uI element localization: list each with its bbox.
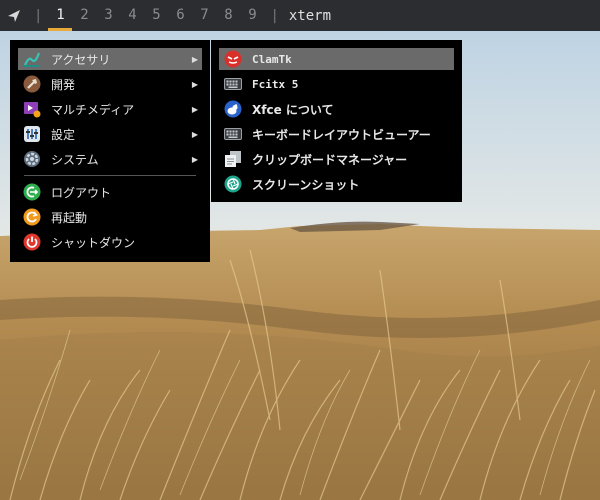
keyboard-icon: [223, 74, 243, 94]
clamtk-icon: [223, 49, 243, 69]
screenshot-icon: [223, 174, 243, 194]
menu-item-settings[interactable]: 設定 ▶: [18, 123, 202, 145]
menu-item-multimedia[interactable]: マルチメディア ▶: [18, 98, 202, 120]
submenu-arrow-icon: ▶: [191, 129, 199, 139]
shutdown-icon: [22, 232, 42, 252]
submenu-item-about-xfce[interactable]: Xfce について: [219, 98, 454, 120]
menu-item-label: アクセサリ: [51, 52, 111, 67]
multimedia-icon: [22, 99, 42, 119]
xfce-mouse-icon: [223, 99, 243, 119]
menu-item-development[interactable]: 開発 ▶: [18, 73, 202, 95]
submenu-item-label: スクリーンショット: [252, 177, 360, 192]
development-icon: [22, 74, 42, 94]
submenu-arrow-icon: ▶: [191, 79, 199, 89]
submenu-item-label: Xfce について: [252, 102, 334, 117]
submenu-item-screenshot[interactable]: スクリーンショット: [219, 173, 454, 195]
workspace-9[interactable]: 9: [240, 0, 264, 31]
submenu-item-label: クリップボードマネージャー: [252, 152, 408, 167]
workspace-3[interactable]: 3: [96, 0, 120, 31]
workspace-1[interactable]: 1: [48, 0, 73, 31]
accessories-submenu: ClamTk Fcitx 5 Xfce について キーボードレイアウトビューアー…: [211, 40, 462, 202]
submenu-item-fcitx[interactable]: Fcitx 5: [219, 73, 454, 95]
menu-item-system[interactable]: システム ▶: [18, 148, 202, 170]
workspace-8[interactable]: 8: [216, 0, 240, 31]
restart-icon: [22, 207, 42, 227]
window-title-button[interactable]: xterm: [285, 8, 331, 24]
submenu-arrow-icon: ▶: [191, 154, 199, 164]
workspace-2[interactable]: 2: [72, 0, 96, 31]
paper-plane-icon: [8, 9, 20, 22]
panel-separator: |: [270, 7, 279, 24]
menu-item-label: 再起動: [51, 210, 88, 225]
submenu-item-clipboard-manager[interactable]: クリップボードマネージャー: [219, 148, 454, 170]
workspace-4[interactable]: 4: [120, 0, 144, 31]
submenu-item-clamtk[interactable]: ClamTk: [219, 48, 454, 70]
menu-item-shutdown[interactable]: シャットダウン: [18, 231, 202, 253]
menu-item-label: シャットダウン: [51, 235, 136, 250]
menu-divider: [24, 175, 196, 176]
app-launcher-button[interactable]: [0, 0, 28, 31]
workspace-6[interactable]: 6: [168, 0, 192, 31]
menu-item-accessories[interactable]: アクセサリ ▶: [18, 48, 202, 70]
menu-item-label: マルチメディア: [51, 102, 135, 117]
menu-item-label: 設定: [51, 127, 76, 142]
submenu-arrow-icon: ▶: [191, 104, 199, 114]
top-panel: | 1 2 3 4 5 6 7 8 9 | xterm: [0, 0, 600, 31]
submenu-item-label: キーボードレイアウトビューアー: [252, 127, 431, 142]
submenu-arrow-icon: ▶: [191, 54, 199, 64]
keyboard-layout-icon: [223, 124, 243, 144]
submenu-item-label: Fcitx 5: [252, 77, 299, 91]
panel-separator: |: [34, 7, 43, 24]
system-icon: [22, 149, 42, 169]
menu-item-label: システム: [51, 152, 99, 167]
menu-item-restart[interactable]: 再起動: [18, 206, 202, 228]
logout-icon: [22, 182, 42, 202]
workspace-7[interactable]: 7: [192, 0, 216, 31]
menu-item-logout[interactable]: ログアウト: [18, 181, 202, 203]
submenu-item-keyboard-layout-viewer[interactable]: キーボードレイアウトビューアー: [219, 123, 454, 145]
applications-menu: アクセサリ ▶ 開発 ▶ マルチメディア ▶ 設定 ▶ システム ▶ ログアウト…: [10, 40, 210, 262]
settings-icon: [22, 124, 42, 144]
clipboard-icon: [223, 149, 243, 169]
accessories-icon: [22, 49, 42, 69]
menu-item-label: ログアウト: [51, 185, 112, 200]
submenu-item-label: ClamTk: [252, 52, 292, 66]
workspace-5[interactable]: 5: [144, 0, 168, 31]
menu-item-label: 開発: [51, 77, 76, 92]
